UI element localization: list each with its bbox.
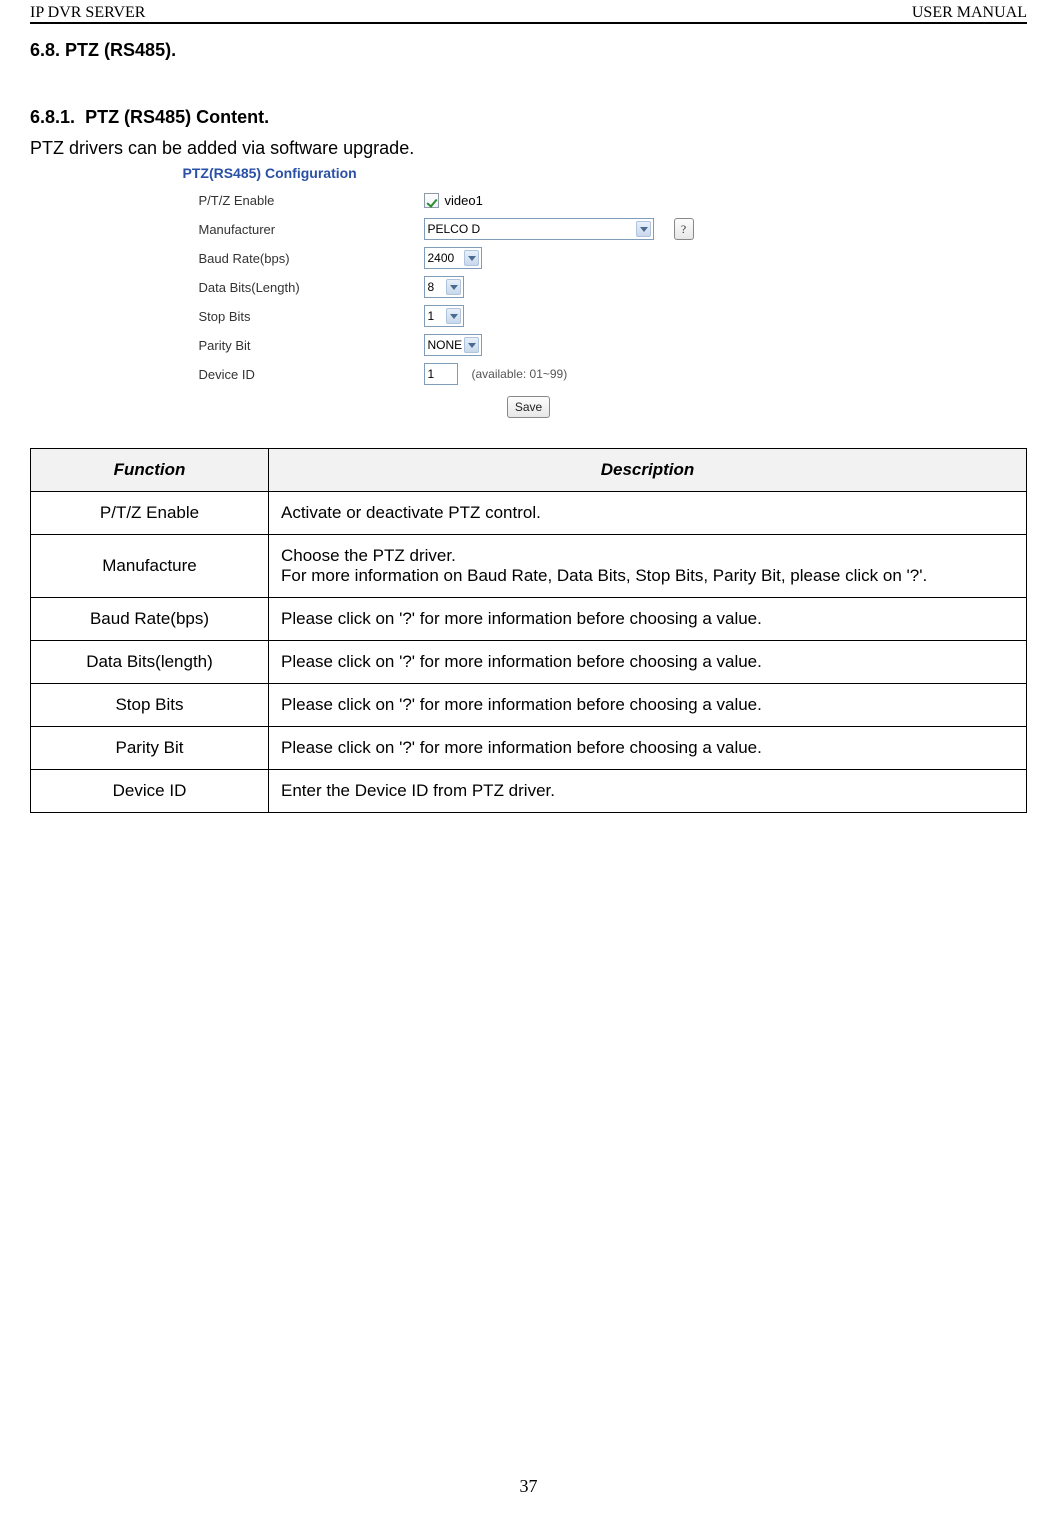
row-device-id: Device ID 1 (available: 01~99) bbox=[179, 359, 879, 388]
help-button[interactable]: ? bbox=[674, 218, 694, 240]
label-baud-rate: Baud Rate(bps) bbox=[199, 251, 424, 266]
select-parity-bit[interactable]: NONE bbox=[424, 334, 482, 356]
row-parity-bit: Parity Bit NONE bbox=[179, 330, 879, 359]
intro-text: PTZ drivers can be added via software up… bbox=[30, 138, 1027, 159]
cell-function: Stop Bits bbox=[31, 684, 269, 727]
table-row: Parity Bit Please click on '?' for more … bbox=[31, 727, 1027, 770]
select-manufacturer[interactable]: PELCO D bbox=[424, 218, 654, 240]
select-parity-bit-value: NONE bbox=[428, 338, 463, 352]
th-function: Function bbox=[31, 449, 269, 492]
cell-description: Activate or deactivate PTZ control. bbox=[269, 492, 1027, 535]
cell-description: Please click on '?' for more information… bbox=[269, 727, 1027, 770]
table-row: Stop Bits Please click on '?' for more i… bbox=[31, 684, 1027, 727]
hint-device-id: (available: 01~99) bbox=[472, 367, 568, 381]
select-data-bits-value: 8 bbox=[428, 280, 435, 294]
label-manufacturer: Manufacturer bbox=[199, 222, 424, 237]
section-number: 6.8. bbox=[30, 40, 60, 60]
section-heading: 6.8. PTZ (RS485). bbox=[30, 40, 1027, 61]
description-table: Function Description P/T/Z Enable Activa… bbox=[30, 448, 1027, 813]
label-stop-bits: Stop Bits bbox=[199, 309, 424, 324]
cell-function: Manufacture bbox=[31, 535, 269, 598]
cell-description: Enter the Device ID from PTZ driver. bbox=[269, 770, 1027, 813]
row-manufacturer: Manufacturer PELCO D ? bbox=[179, 214, 879, 243]
row-stop-bits: Stop Bits 1 bbox=[179, 301, 879, 330]
table-row: P/T/Z Enable Activate or deactivate PTZ … bbox=[31, 492, 1027, 535]
header-left: IP DVR SERVER bbox=[30, 4, 145, 22]
select-manufacturer-value: PELCO D bbox=[428, 222, 481, 236]
row-baud-rate: Baud Rate(bps) 2400 bbox=[179, 243, 879, 272]
page-number: 37 bbox=[0, 1476, 1057, 1497]
th-description: Description bbox=[269, 449, 1027, 492]
save-button[interactable]: Save bbox=[507, 396, 550, 418]
cell-description: Please click on '?' for more information… bbox=[269, 684, 1027, 727]
section-title: PTZ (RS485). bbox=[65, 40, 176, 60]
cell-description: Choose the PTZ driver.For more informati… bbox=[269, 535, 1027, 598]
cell-function: P/T/Z Enable bbox=[31, 492, 269, 535]
table-row: Manufacture Choose the PTZ driver.For mo… bbox=[31, 535, 1027, 598]
chevron-down-icon bbox=[636, 221, 651, 237]
chevron-down-icon bbox=[446, 308, 461, 324]
select-stop-bits[interactable]: 1 bbox=[424, 305, 464, 327]
cell-function: Device ID bbox=[31, 770, 269, 813]
subsection-number: 6.8.1. bbox=[30, 107, 75, 127]
cell-description: Please click on '?' for more information… bbox=[269, 598, 1027, 641]
input-device-id[interactable]: 1 bbox=[424, 363, 458, 385]
select-data-bits[interactable]: 8 bbox=[424, 276, 464, 298]
label-data-bits: Data Bits(Length) bbox=[199, 280, 424, 295]
header-right: USER MANUAL bbox=[912, 4, 1027, 22]
page-header: IP DVR SERVER USER MANUAL bbox=[30, 4, 1027, 24]
table-row: Device ID Enter the Device ID from PTZ d… bbox=[31, 770, 1027, 813]
label-parity-bit: Parity Bit bbox=[199, 338, 424, 353]
row-data-bits: Data Bits(Length) 8 bbox=[179, 272, 879, 301]
subsection-heading: 6.8.1. PTZ (RS485) Content. bbox=[30, 107, 1027, 128]
config-title: PTZ(RS485) Configuration bbox=[179, 161, 879, 185]
select-stop-bits-value: 1 bbox=[428, 309, 435, 323]
table-row: Data Bits(length) Please click on '?' fo… bbox=[31, 641, 1027, 684]
select-baud-rate-value: 2400 bbox=[428, 251, 455, 265]
label-device-id: Device ID bbox=[199, 367, 424, 382]
chevron-down-icon bbox=[464, 250, 479, 266]
cell-function: Baud Rate(bps) bbox=[31, 598, 269, 641]
subsection-title: PTZ (RS485) Content. bbox=[85, 107, 269, 127]
cell-description: Please click on '?' for more information… bbox=[269, 641, 1027, 684]
value-ptz-enable: video1 bbox=[445, 193, 483, 208]
select-baud-rate[interactable]: 2400 bbox=[424, 247, 482, 269]
chevron-down-icon bbox=[464, 337, 479, 353]
chevron-down-icon bbox=[446, 279, 461, 295]
label-ptz-enable: P/T/Z Enable bbox=[199, 193, 424, 208]
checkbox-ptz-enable[interactable] bbox=[424, 193, 439, 208]
cell-function: Data Bits(length) bbox=[31, 641, 269, 684]
cell-function: Parity Bit bbox=[31, 727, 269, 770]
table-row: Baud Rate(bps) Please click on '?' for m… bbox=[31, 598, 1027, 641]
row-ptz-enable: P/T/Z Enable video1 bbox=[179, 185, 879, 214]
ptz-config-panel: PTZ(RS485) Configuration P/T/Z Enable vi… bbox=[179, 161, 879, 418]
